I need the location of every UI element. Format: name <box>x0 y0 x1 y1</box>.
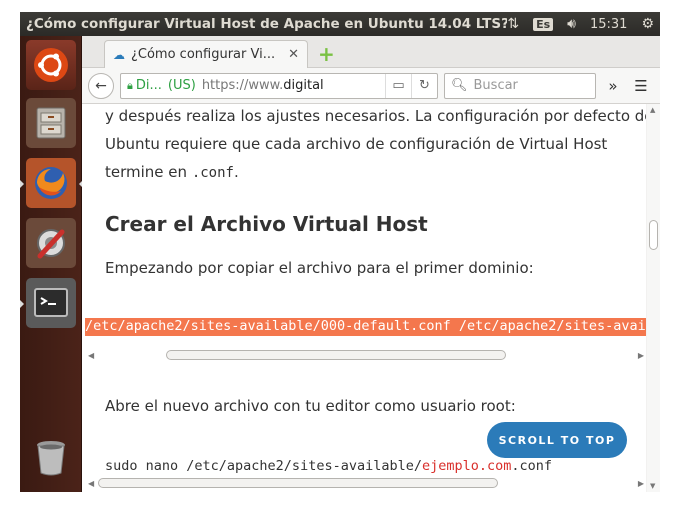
text-span: termine en <box>105 163 192 181</box>
close-icon[interactable]: ✕ <box>288 47 299 62</box>
scroll-right-icon[interactable]: ▶ <box>638 479 644 488</box>
url-text[interactable]: https://www.digital <box>202 78 385 93</box>
code-horizontal-scrollbar[interactable]: ◀ ▶ <box>88 478 644 488</box>
lock-icon: 🔒︎ <box>127 78 133 92</box>
trash-icon <box>37 441 65 476</box>
file-cabinet-icon <box>36 107 66 139</box>
scroll-left-icon[interactable]: ◀ <box>88 351 94 360</box>
tab-active[interactable]: ☁ ¿Cómo configurar Vi... ✕ <box>104 40 308 68</box>
paragraph-line: Ubuntu requiere que cada archivo de conf… <box>105 135 608 153</box>
files-launcher[interactable] <box>26 98 76 148</box>
navigation-bar: ← 🔒︎ Di... (US) https://www.digital ▭ ↻ … <box>82 68 660 104</box>
code-block: /etc/apache2/sites-available/000-default… <box>82 316 646 338</box>
section-heading: Crear el Archivo Virtual Host <box>105 212 428 236</box>
top-panel: ¿Cómo configurar Virtual Host de Apache … <box>20 12 660 36</box>
scroll-left-icon[interactable]: ◀ <box>88 479 94 488</box>
reload-button[interactable]: ↻ <box>411 73 437 98</box>
gear-icon[interactable]: ⚙ <box>641 16 654 32</box>
new-tab-button[interactable]: + <box>318 42 335 66</box>
firefox-icon <box>35 167 67 199</box>
inline-code: .conf <box>191 165 234 181</box>
scrollbar-thumb[interactable] <box>649 220 658 250</box>
paragraph-line: termine en .conf. <box>105 158 239 187</box>
browser-window: ☁ ¿Cómo configurar Vi... ✕ + ← 🔒︎ Di... … <box>82 36 660 492</box>
search-bar[interactable]: 🔍︎ Buscar <box>444 72 596 99</box>
url-prefix: https://www. <box>201 78 284 93</box>
reload-icon: ↻ <box>419 78 430 93</box>
ubuntu-logo-icon <box>34 48 68 82</box>
indicator-area: ⇅ Es 🔊︎ 15:31 ⚙ <box>507 16 660 32</box>
tab-bar: ☁ ¿Cómo configurar Vi... ✕ + <box>82 36 660 68</box>
code-text: sudo nano /etc/apache2/sites-available/ <box>105 458 422 474</box>
cloud-favicon-icon: ☁ <box>113 47 125 62</box>
code-text: .conf <box>511 458 553 474</box>
scroll-right-icon[interactable]: ▶ <box>638 351 644 360</box>
search-icon: 🔍︎ <box>451 78 468 93</box>
arrow-left-icon: ← <box>95 77 107 94</box>
running-pip <box>20 300 24 308</box>
paragraph: Empezando por copiar el archivo para el … <box>105 259 534 277</box>
url-domain: digital <box>283 78 324 93</box>
paragraph-line: y después realiza los ajustes necesarios… <box>105 107 646 125</box>
dash-button[interactable] <box>26 40 76 90</box>
terminal-launcher[interactable] <box>20 278 76 328</box>
terminal-icon <box>34 288 68 317</box>
overflow-chevron-icon[interactable]: » <box>602 77 624 95</box>
code-highlight-text: ejemplo.com <box>421 458 512 474</box>
scrollbar-thumb[interactable] <box>166 350 506 360</box>
network-arrows-icon[interactable]: ⇅ <box>507 16 519 32</box>
site-country: (US) <box>167 78 196 93</box>
launcher <box>20 36 83 492</box>
code-horizontal-scrollbar[interactable]: ◀ ▶ <box>88 350 644 360</box>
code-line: sudo nano /etc/apache2/sites-available/e… <box>105 452 552 480</box>
back-button[interactable]: ← <box>88 72 114 99</box>
reader-view-button[interactable]: ▭ <box>385 73 411 98</box>
text-span: . <box>233 163 239 181</box>
scroll-up-icon[interactable]: ▲ <box>650 106 655 114</box>
volume-icon[interactable]: 🔊︎ <box>567 16 576 32</box>
page-vertical-scrollbar[interactable]: ▲ ▼ <box>647 104 660 492</box>
page-content: y después realiza los ajustes necesarios… <box>82 104 646 492</box>
scroll-down-icon[interactable]: ▼ <box>650 482 655 490</box>
trash-launcher[interactable] <box>26 432 76 482</box>
menu-icon[interactable]: ☰ <box>630 77 652 95</box>
window-title: ¿Cómo configurar Virtual Host de Apache … <box>26 16 508 32</box>
url-bar[interactable]: 🔒︎ Di... (US) https://www.digital ▭ ↻ <box>120 72 438 99</box>
search-placeholder: Buscar <box>473 78 518 93</box>
site-identity[interactable]: Di... <box>136 78 162 93</box>
keyboard-layout-indicator[interactable]: Es <box>533 17 554 31</box>
clock[interactable]: 15:31 <box>590 17 627 32</box>
book-icon: ▭ <box>392 78 405 93</box>
highlighted-code[interactable]: /etc/apache2/sites-available/000-default… <box>85 318 646 336</box>
firefox-launcher[interactable] <box>20 158 83 208</box>
scroll-to-top-button[interactable]: SCROLL TO TOP <box>487 422 627 458</box>
tab-title: ¿Cómo configurar Vi... <box>131 47 276 62</box>
system-settings-launcher[interactable] <box>26 218 76 268</box>
scrollbar-thumb[interactable] <box>98 478 498 488</box>
settings-wrench-icon <box>37 229 65 259</box>
paragraph: Abre el nuevo archivo con tu editor como… <box>105 397 516 415</box>
running-pip <box>20 180 24 188</box>
